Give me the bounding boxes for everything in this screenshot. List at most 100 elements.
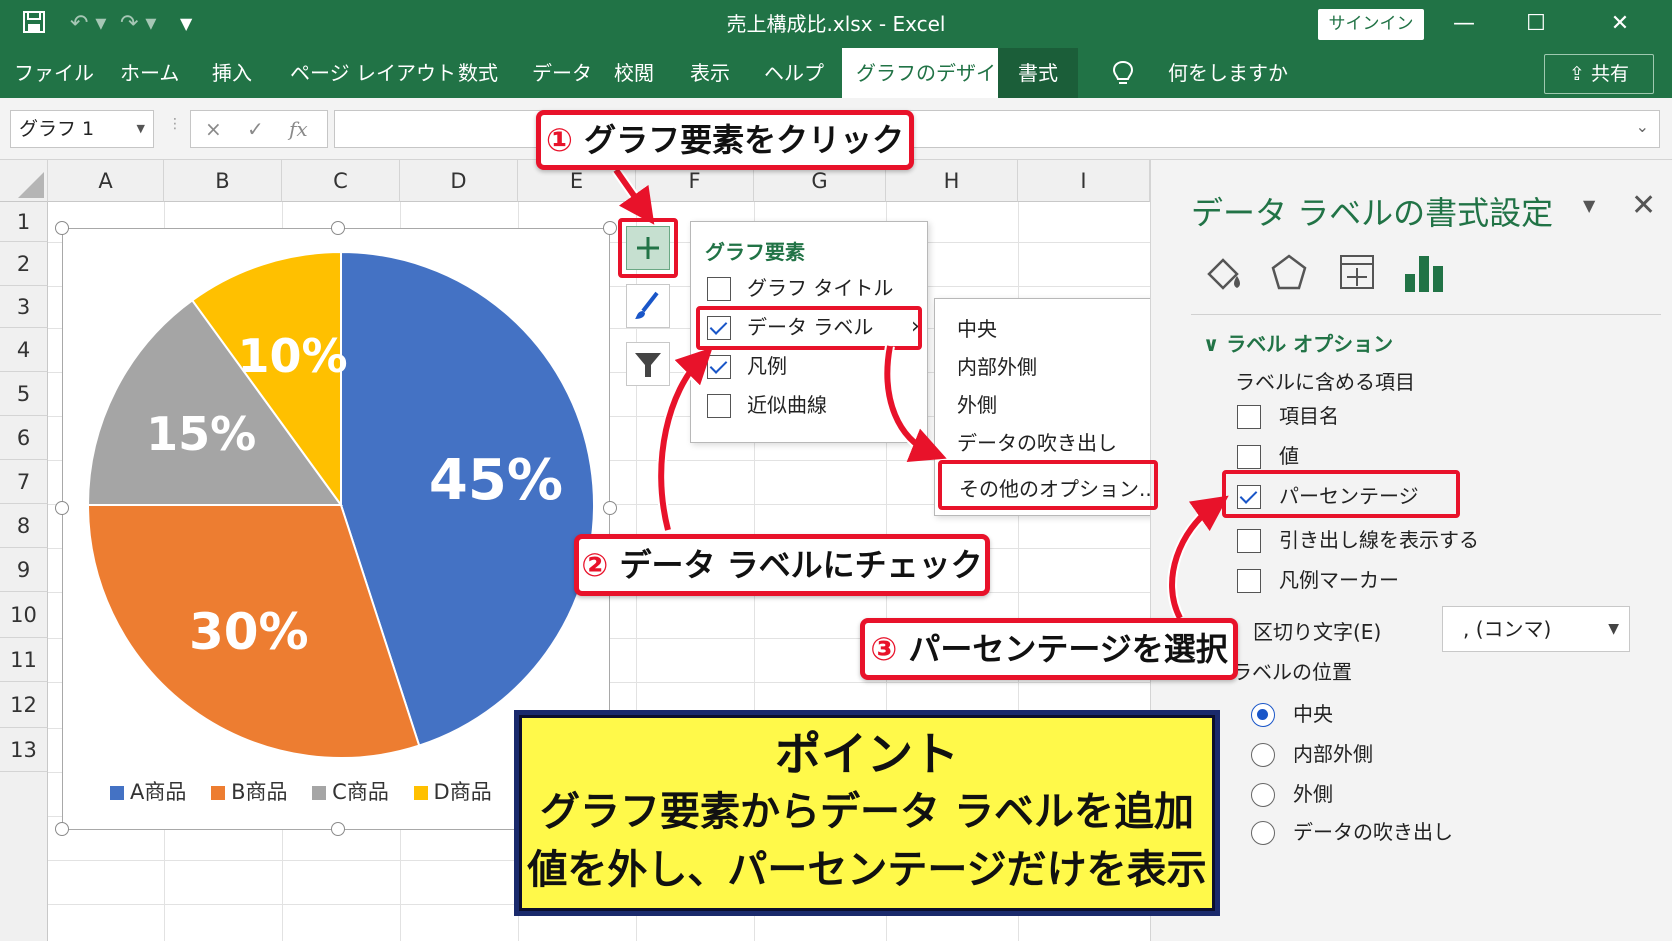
more-options-icon: ⋮ bbox=[168, 116, 182, 132]
effects-icon[interactable] bbox=[1267, 250, 1311, 298]
signin-button[interactable]: サインイン bbox=[1318, 9, 1424, 40]
tell-me-search[interactable]: 何をしますか bbox=[1168, 48, 1288, 98]
row-header[interactable]: 3 bbox=[0, 286, 48, 328]
legend-option[interactable]: 凡例 bbox=[707, 352, 787, 380]
separator-label: 区切り文字(E) bbox=[1253, 620, 1382, 644]
column-header[interactable]: D bbox=[400, 160, 518, 202]
row-header[interactable]: 4 bbox=[0, 328, 48, 372]
option-label: 引き出し線を表示する bbox=[1279, 528, 1479, 552]
tab-help[interactable]: ヘルプ bbox=[764, 48, 824, 98]
tab-data[interactable]: データ bbox=[532, 48, 592, 98]
separator-dropdown[interactable]: , (コンマ) ▼ bbox=[1442, 606, 1630, 652]
step3-callout: ③ パーセンテージを選択 bbox=[860, 618, 1238, 680]
row-header[interactable]: 10 bbox=[0, 592, 48, 638]
share-icon: ⇪ bbox=[1569, 63, 1585, 85]
row-header[interactable]: 5 bbox=[0, 372, 48, 416]
row-header bbox=[0, 772, 48, 941]
row-header[interactable]: 8 bbox=[0, 504, 48, 548]
row-header[interactable]: 13 bbox=[0, 728, 48, 772]
step2-number: ② bbox=[581, 546, 609, 584]
radio-button[interactable] bbox=[1251, 703, 1275, 727]
column-header[interactable]: I bbox=[1018, 160, 1150, 202]
radio-button[interactable] bbox=[1251, 743, 1275, 767]
chevron-down-icon[interactable]: ▼ bbox=[1608, 607, 1619, 651]
checkbox[interactable] bbox=[1237, 569, 1261, 593]
checkbox[interactable] bbox=[1237, 405, 1261, 429]
position-outside-end[interactable]: 外側 bbox=[1251, 778, 1333, 807]
tab-file[interactable]: ファイル bbox=[14, 48, 94, 98]
column-header[interactable]: B bbox=[164, 160, 282, 202]
chart-legend[interactable]: A商品 B商品 C商品 D商品 bbox=[110, 776, 510, 806]
tab-formulas[interactable]: 数式 bbox=[458, 48, 498, 98]
cancel-icon[interactable]: × bbox=[205, 117, 222, 141]
submenu-item-inside-end[interactable]: 内部外側 bbox=[957, 351, 1037, 380]
tab-review[interactable]: 校閲 bbox=[614, 48, 654, 98]
submenu-item-outside-end[interactable]: 外側 bbox=[957, 389, 997, 418]
formula-input[interactable]: ⌄ bbox=[334, 110, 1660, 148]
resize-handle[interactable] bbox=[55, 221, 69, 235]
close-button[interactable]: ✕ bbox=[1600, 8, 1640, 40]
chart-filters-button[interactable] bbox=[626, 342, 670, 386]
row-header[interactable]: 12 bbox=[0, 682, 48, 728]
chevron-down-icon[interactable]: ⌄ bbox=[1636, 117, 1649, 136]
resize-handle[interactable] bbox=[55, 501, 69, 515]
contains-legend-key[interactable]: 凡例マーカー bbox=[1237, 564, 1399, 593]
resize-handle[interactable] bbox=[603, 221, 617, 235]
position-center[interactable]: 中央 bbox=[1251, 698, 1333, 727]
resize-handle[interactable] bbox=[331, 822, 345, 836]
contains-value[interactable]: 値 bbox=[1237, 440, 1299, 469]
resize-handle[interactable] bbox=[55, 822, 69, 836]
contains-category-name[interactable]: 項目名 bbox=[1237, 400, 1339, 429]
row-header[interactable]: 7 bbox=[0, 460, 48, 504]
radio-button[interactable] bbox=[1251, 783, 1275, 807]
checkbox[interactable] bbox=[707, 394, 731, 418]
row-header[interactable]: 9 bbox=[0, 548, 48, 592]
tab-page-layout[interactable]: ページ レイアウト bbox=[290, 48, 456, 98]
tab-format[interactable]: 書式 bbox=[998, 48, 1078, 98]
row-header[interactable]: 2 bbox=[0, 242, 48, 286]
step2-text: データ ラベルにチェック bbox=[619, 546, 983, 584]
insert-function-icon[interactable]: fx bbox=[289, 117, 308, 141]
option-label: 凡例マーカー bbox=[1279, 568, 1399, 592]
resize-handle[interactable] bbox=[603, 501, 617, 515]
fill-line-icon[interactable] bbox=[1201, 250, 1245, 298]
column-header[interactable]: C bbox=[282, 160, 400, 202]
tab-view[interactable]: 表示 bbox=[690, 48, 730, 98]
select-all-corner[interactable] bbox=[0, 160, 48, 202]
size-properties-icon[interactable] bbox=[1335, 250, 1379, 298]
chart-styles-button[interactable] bbox=[626, 284, 670, 328]
trendline-option[interactable]: 近似曲線 bbox=[707, 391, 827, 419]
chart-title-option[interactable]: グラフ タイトル bbox=[707, 274, 893, 302]
contains-leader-lines[interactable]: 引き出し線を表示する bbox=[1237, 524, 1479, 553]
tab-home[interactable]: ホーム bbox=[120, 48, 179, 98]
resize-handle[interactable] bbox=[331, 221, 345, 235]
checkbox[interactable] bbox=[1237, 445, 1261, 469]
label-options-icon[interactable] bbox=[1401, 250, 1447, 300]
tab-insert[interactable]: 挿入 bbox=[212, 48, 252, 98]
legend-item: B商品 bbox=[211, 776, 287, 806]
submenu-item-callout[interactable]: データの吹き出し bbox=[957, 427, 1117, 456]
checkbox[interactable] bbox=[1237, 529, 1261, 553]
legend-label: A商品 bbox=[130, 780, 187, 804]
enter-icon[interactable]: ✓ bbox=[247, 117, 264, 141]
close-icon[interactable]: ✕ bbox=[1631, 188, 1656, 223]
row-header[interactable]: 11 bbox=[0, 638, 48, 682]
position-inside-end[interactable]: 内部外側 bbox=[1251, 738, 1373, 767]
chevron-down-icon[interactable]: ▼ bbox=[1583, 196, 1595, 215]
row-header[interactable]: 6 bbox=[0, 416, 48, 460]
chevron-down-icon[interactable]: ▼ bbox=[137, 111, 145, 147]
checkbox[interactable] bbox=[707, 355, 731, 379]
maximize-button[interactable]: ☐ bbox=[1516, 8, 1556, 40]
name-box[interactable]: グラフ 1 ▼ bbox=[10, 110, 154, 148]
radio-button[interactable] bbox=[1251, 821, 1275, 845]
submenu-item-center[interactable]: 中央 bbox=[957, 313, 997, 342]
minimize-button[interactable]: — bbox=[1444, 8, 1484, 40]
label-options-section[interactable]: ∨ ラベル オプション bbox=[1203, 328, 1393, 357]
row-header[interactable]: 1 bbox=[0, 202, 48, 242]
brush-icon bbox=[635, 291, 659, 319]
position-callout[interactable]: データの吹き出し bbox=[1251, 816, 1453, 845]
checkbox[interactable] bbox=[707, 277, 731, 301]
column-header[interactable]: A bbox=[48, 160, 164, 202]
share-button[interactable]: ⇪ 共有 bbox=[1544, 54, 1654, 94]
lightbulb-icon[interactable] bbox=[1112, 60, 1134, 92]
